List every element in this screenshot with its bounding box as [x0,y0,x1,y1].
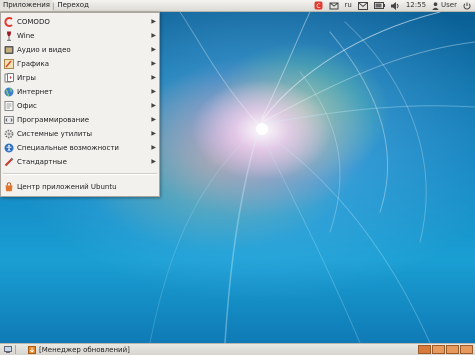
submenu-arrow-icon: ▶ [151,102,156,109]
submenu-arrow-icon: ▶ [151,130,156,137]
panel-handle [15,345,16,354]
power-icon[interactable] [463,2,471,10]
submenu-arrow-icon: ▶ [151,60,156,67]
graphics-icon [4,59,14,69]
menu-item-internet[interactable]: Интернет ▶ [1,85,159,99]
menu-item-accessories[interactable]: Стандартные ▶ [1,155,159,169]
menu-item-wine[interactable]: Wine ▶ [1,29,159,43]
submenu-arrow-icon: ▶ [151,144,156,151]
taskbar-button-update-manager[interactable]: [Менеджер обновлений] [28,345,228,354]
submenu-arrow-icon: ▶ [151,32,156,39]
update-manager-icon [28,345,36,354]
software-center-icon [5,182,13,192]
menu-item-label: Интернет [17,88,53,96]
office-icon [4,101,14,111]
submenu-arrow-icon: ▶ [151,74,156,81]
multimedia-icon [4,46,14,54]
network-icon[interactable] [329,2,339,10]
clock[interactable]: 12:55 [406,0,426,11]
system-tools-icon [4,129,14,139]
menu-item-label: Графика [17,60,50,68]
battery-icon[interactable] [373,2,385,9]
taskbar-button-label: [Менеджер обновлений] [39,345,130,354]
menu-item-label: Специальные возможности [17,144,119,152]
menu-item-label: Системные утилиты [17,130,92,138]
workspace-3[interactable] [446,345,459,354]
top-panel: Приложения | Переход C ru 12:55 User [0,0,475,12]
comodo-shield-icon[interactable]: C [314,1,323,10]
system-tray: C ru 12:55 User [308,0,475,11]
submenu-arrow-icon: ▶ [151,88,156,95]
workspace-1[interactable] [418,345,431,354]
menu-item-system-tools[interactable]: Системные утилиты ▶ [1,127,159,141]
applications-menu-button[interactable]: Приложения [0,0,52,11]
menu-item-audio-video[interactable]: Аудио и видео ▶ [1,43,159,57]
accessories-icon [4,157,14,167]
menu-item-label: Игры [17,74,36,82]
user-menu[interactable]: User [432,0,457,11]
user-name: User [441,1,457,9]
submenu-arrow-icon: ▶ [151,46,156,53]
svg-text:C: C [316,3,320,10]
menu-item-software-center[interactable]: Центр приложений Ubuntu [1,180,159,194]
applications-menu: COMODO ▶ Wine ▶ Аудио и видео ▶ Графика … [0,12,160,197]
accessibility-icon [4,143,14,153]
submenu-arrow-icon: ▶ [151,158,156,165]
show-desktop-icon[interactable] [4,346,12,355]
places-menu-button[interactable]: Переход [54,0,91,11]
menu-item-games[interactable]: Игры ▶ [1,71,159,85]
workspace-2[interactable] [432,345,445,354]
menu-item-programming[interactable]: Программирование ▶ [1,113,159,127]
menu-item-office[interactable]: Офис ▶ [1,99,159,113]
menu-item-label: Офис [17,102,37,110]
bottom-panel: [Менеджер обновлений] [0,343,475,355]
menu-separator [3,173,157,175]
menu-item-accessibility[interactable]: Специальные возможности ▶ [1,141,159,155]
menu-item-comodo[interactable]: COMODO ▶ [1,15,159,29]
comodo-icon [4,17,13,27]
keyboard-layout-indicator[interactable]: ru [345,0,352,11]
workspace-4[interactable] [460,345,473,354]
menu-item-graphics[interactable]: Графика ▶ [1,57,159,71]
games-icon [4,73,14,83]
wine-glass-icon [7,31,11,41]
menu-item-label: Программирование [17,116,90,124]
volume-icon[interactable] [390,1,400,10]
menu-item-label: Wine [17,32,35,40]
mail-icon[interactable] [357,1,368,10]
menu-item-label: Стандартные [17,158,67,166]
globe-icon [4,87,14,97]
menu-item-label: Аудио и видео [17,46,71,54]
user-icon [432,1,439,10]
programming-icon [4,116,14,124]
submenu-arrow-icon: ▶ [151,18,156,25]
submenu-arrow-icon: ▶ [151,116,156,123]
menu-item-label: COMODO [17,18,50,26]
menu-item-label: Центр приложений Ubuntu [17,183,117,191]
